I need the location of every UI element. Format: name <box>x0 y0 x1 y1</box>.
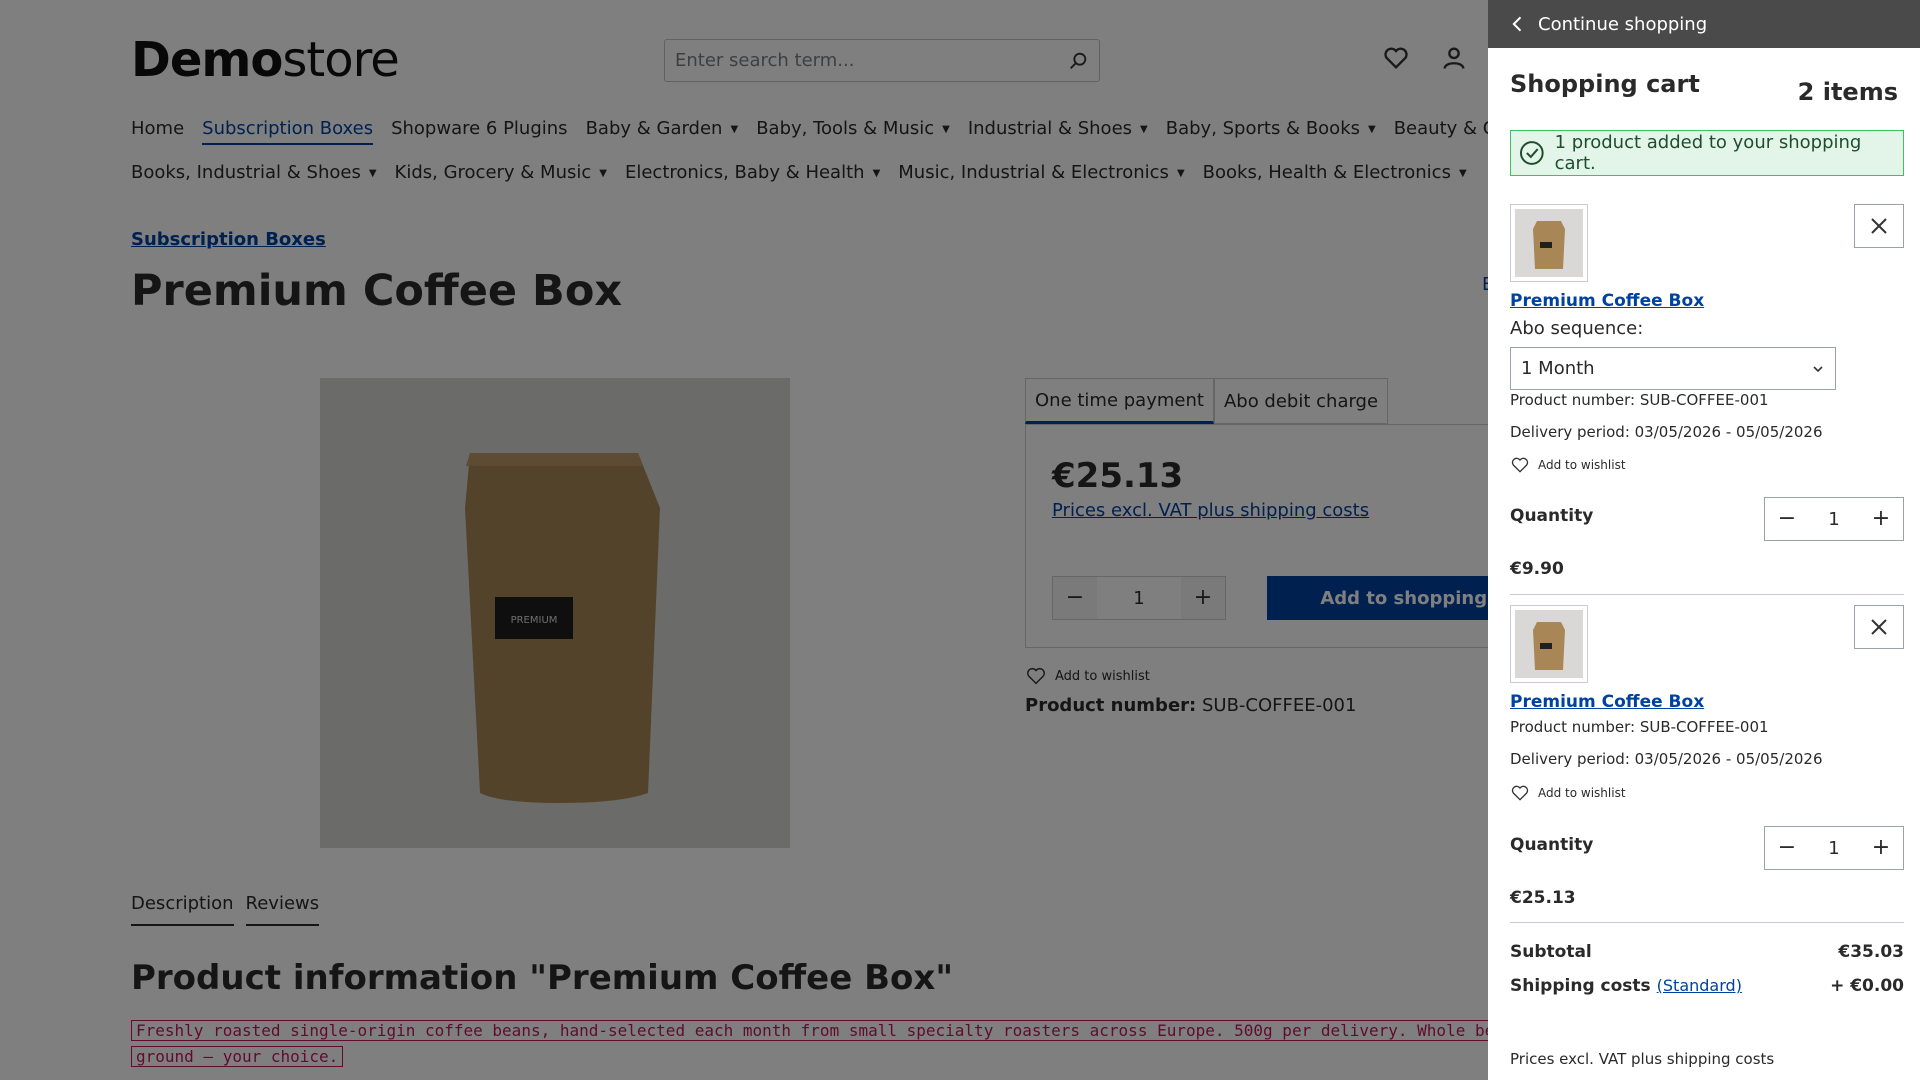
success-alert: 1 product added to your shopping cart. <box>1510 130 1904 176</box>
close-icon <box>1871 619 1887 635</box>
divider <box>1510 922 1904 923</box>
subtotal-value: €35.03 <box>1838 942 1904 962</box>
chevron-down-icon <box>1813 365 1823 372</box>
cart-item-price: €9.90 <box>1510 559 1564 579</box>
cart-item-name[interactable]: Premium Coffee Box <box>1510 692 1704 712</box>
cart-item-product-number: Product number: SUB-COFFEE-001 <box>1510 718 1769 736</box>
subtotal-label: Subtotal <box>1510 942 1592 962</box>
cart-item-name[interactable]: Premium Coffee Box <box>1510 291 1704 311</box>
shipping-row: Shipping costs (Standard) + €0.00 <box>1510 976 1904 996</box>
close-icon <box>1871 218 1887 234</box>
cart-quantity-stepper: − 1 + <box>1764 826 1904 870</box>
abo-sequence-select[interactable]: 1 Month <box>1510 347 1836 390</box>
cart-heading: Shopping cart <box>1510 70 1700 98</box>
cart-item-wishlist-link[interactable]: Add to wishlist <box>1510 455 1626 475</box>
shipping-method-link[interactable]: (Standard) <box>1657 976 1742 995</box>
offcanvas-cart: Continue shopping Shopping cart 2 items … <box>1488 0 1920 1080</box>
minus-icon[interactable]: − <box>1765 498 1809 540</box>
quantity-label: Quantity <box>1510 835 1594 855</box>
cart-item-thumbnail[interactable] <box>1510 204 1588 282</box>
cart-item-thumbnail[interactable] <box>1510 605 1588 683</box>
chevron-left-icon <box>1512 16 1522 32</box>
cart-item-product-number: Product number: SUB-COFFEE-001 <box>1510 391 1769 409</box>
continue-shopping-button[interactable]: Continue shopping <box>1488 0 1920 48</box>
check-circle-icon <box>1519 141 1544 165</box>
cart-item-delivery-period: Delivery period: 03/05/2026 - 05/05/2026 <box>1510 750 1823 768</box>
divider <box>1510 594 1904 595</box>
minus-icon[interactable]: − <box>1765 827 1809 869</box>
subtotal-row: Subtotal €35.03 <box>1510 942 1904 962</box>
plus-icon[interactable]: + <box>1859 827 1903 869</box>
remove-item-button[interactable] <box>1854 204 1904 248</box>
quantity-label: Quantity <box>1510 506 1594 526</box>
cart-price-note: Prices excl. VAT plus shipping costs <box>1510 1050 1775 1068</box>
heart-icon <box>1511 785 1529 801</box>
shipping-value: + €0.00 <box>1830 976 1904 996</box>
quantity-value[interactable]: 1 <box>1809 509 1859 530</box>
cart-item-price: €25.13 <box>1510 888 1576 908</box>
cart-quantity-stepper: − 1 + <box>1764 497 1904 541</box>
abo-sequence-label: Abo sequence: <box>1510 318 1644 339</box>
quantity-value[interactable]: 1 <box>1809 838 1859 859</box>
viewport-margin-left <box>0 0 32 1080</box>
shipping-label: Shipping costs <box>1510 976 1651 996</box>
cart-item-count: 2 items <box>1797 78 1898 106</box>
plus-icon[interactable]: + <box>1859 498 1903 540</box>
cart-item-wishlist-link[interactable]: Add to wishlist <box>1510 783 1626 803</box>
remove-item-button[interactable] <box>1854 605 1904 649</box>
cart-item-delivery-period: Delivery period: 03/05/2026 - 05/05/2026 <box>1510 423 1823 441</box>
heart-icon <box>1511 457 1529 473</box>
